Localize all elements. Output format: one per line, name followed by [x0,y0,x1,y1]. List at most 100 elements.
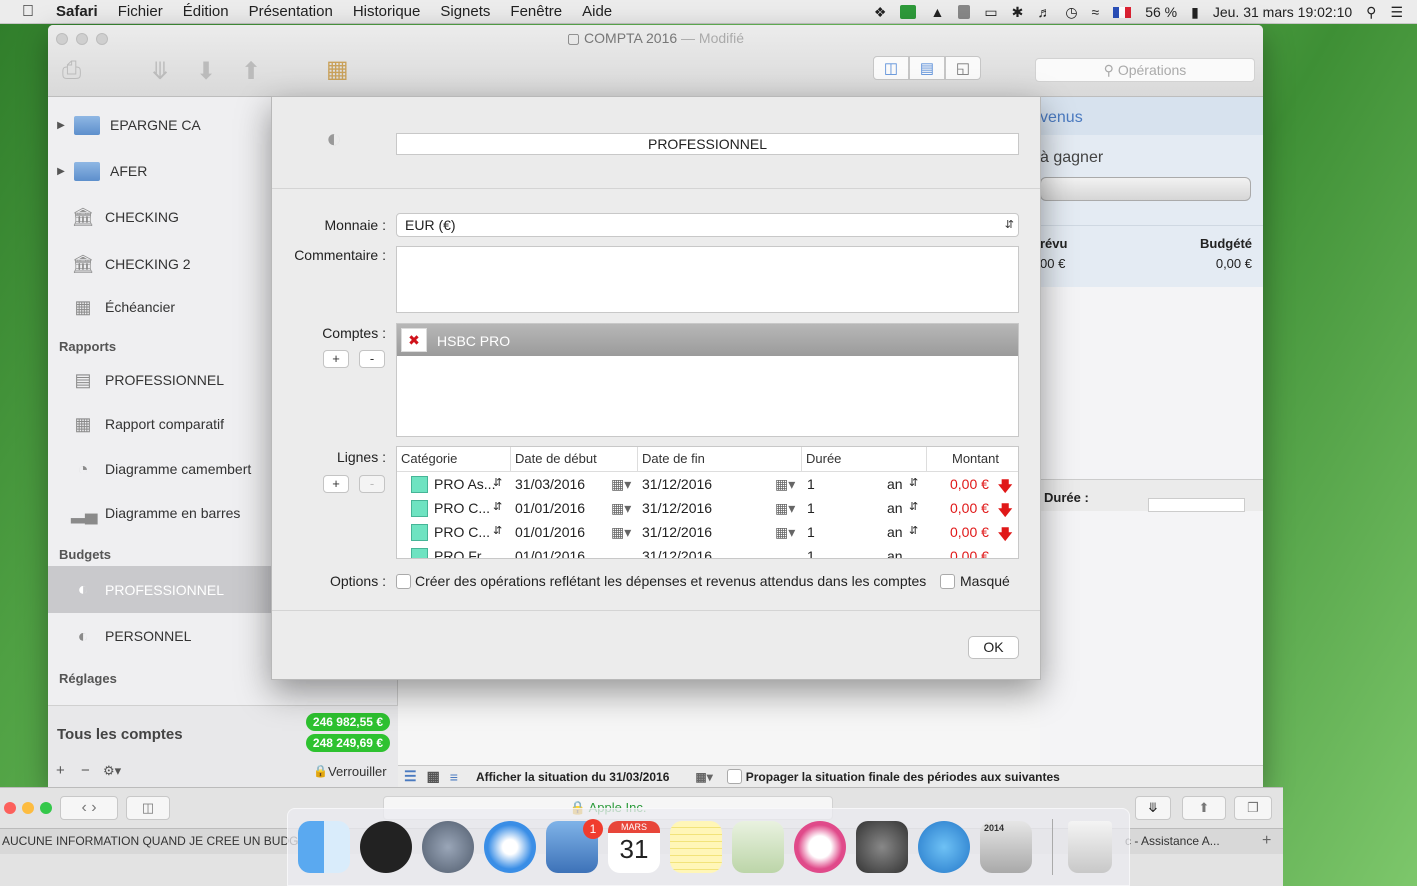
volume-icon[interactable]: ♬ [1037,4,1051,20]
tab-1[interactable]: AUCUNE INFORMATION QUAND JE CREE UN BUDG [2,834,298,848]
airplay-icon[interactable]: ▭ [984,4,997,21]
remove-account-button[interactable]: - [359,350,385,368]
stepper-icon[interactable]: ⇵ [909,500,918,513]
menu-aide[interactable]: Aide [582,3,612,20]
apple-menu-icon[interactable]:  [22,3,34,21]
arrow-up-icon[interactable]: ⬆ [241,57,261,86]
amount-cell[interactable]: 0,00 € [950,500,989,516]
notification-center-icon[interactable]: ☰ [1390,4,1403,21]
lock-button[interactable]: Verrouiller [328,764,387,779]
duration-unit-cell[interactable]: an [887,524,903,540]
menu-app-name[interactable]: Safari [56,3,98,20]
column-header-montant[interactable]: Montant [927,447,1018,471]
list-view-icon[interactable]: ☰ [404,768,417,785]
add-account-button[interactable]: + [323,350,349,368]
duration-cell[interactable]: 1 [807,476,815,492]
safari-icon[interactable] [484,821,536,873]
hidden-label[interactable]: Masqué [960,573,1010,589]
installer-icon[interactable]: 2014 [980,821,1032,873]
stepper-icon[interactable]: ⇵ [493,476,502,489]
date-picker-icon[interactable]: ▦▾ [695,770,712,784]
status-icon[interactable] [958,5,971,19]
calendar-picker-icon[interactable]: ▦▾ [775,524,795,541]
column-header-date-fin[interactable]: Date de fin [638,447,802,471]
category-cell[interactable]: PRO Fr... [434,548,492,558]
propagate-checkbox[interactable] [726,769,742,784]
notes-icon[interactable] [670,821,722,873]
duration-cell[interactable]: 1 [807,524,815,540]
bluetooth-icon[interactable]: ✱ [1012,4,1024,21]
hidden-checkbox[interactable] [940,574,955,589]
column-header-duree[interactable]: Durée [802,447,927,471]
bank-app-icon[interactable] [918,821,970,873]
pane-tab-label[interactable]: venus [1040,109,1083,127]
system-preferences-icon[interactable] [856,821,908,873]
start-date-cell[interactable]: 31/03/2016 [515,476,585,492]
downloads-icon[interactable]: ⤋ [1135,796,1171,820]
dashboard-icon[interactable] [360,821,412,873]
amount-cell[interactable]: 0,00 € [950,548,989,558]
wifi-icon[interactable]: ≈ [1092,4,1100,20]
stepper-icon[interactable]: ⇵ [493,524,502,537]
calendar-icon[interactable]: MARS 31 [608,821,660,873]
table-row[interactable]: PRO As... ⇵ 31/03/2016 ▦▾ 31/12/2016 ▦▾ … [397,473,1018,497]
menu-fenetre[interactable]: Fenêtre [510,3,562,20]
start-date-cell[interactable]: 01/01/2016 [515,500,585,516]
lines-view-icon[interactable]: ≡ [450,769,458,785]
trash-icon[interactable] [1068,821,1112,873]
column-header-categorie[interactable]: Catégorie [397,447,511,471]
amount-cell[interactable]: 0,00 € [950,524,989,540]
currency-select[interactable]: EUR (€) ⇵ [396,213,1019,237]
column-header-date-debut[interactable]: Date de début [511,447,638,471]
safari-minimize-button[interactable] [22,802,34,814]
image-view-icon[interactable]: ▦ [427,768,440,785]
category-cell[interactable]: PRO C... [434,524,490,540]
stepper-icon[interactable]: ⇵ [493,500,502,513]
back-forward-buttons[interactable]: ‹ › [60,796,118,820]
duration-unit-cell[interactable]: an [887,548,903,558]
flag-icon[interactable] [1113,6,1132,18]
calendar-picker-icon[interactable]: ▦▾ [775,500,795,517]
table-row[interactable]: PRO C... ⇵ 01/01/2016 ▦▾ 31/12/2016 ▦▾ 1… [397,497,1018,521]
menu-signets[interactable]: Signets [440,3,490,20]
stepper-icon[interactable]: ⇵ [909,524,918,537]
new-tab-icon[interactable]: + [1262,832,1271,850]
ok-button[interactable]: OK [968,636,1019,659]
triangle-icon[interactable]: ▲ [930,4,944,20]
start-date-cell[interactable]: 01/01/2016 [515,548,585,558]
table-row[interactable]: PRO C... ⇵ 01/01/2016 ▦▾ 31/12/2016 ▦▾ 1… [397,521,1018,545]
modified-label[interactable]: — Modifié [681,30,744,46]
calendar-picker-icon[interactable]: ▦▾ [611,500,631,517]
duration-unit-cell[interactable]: an [887,476,903,492]
calendar-picker-icon[interactable]: ▦▾ [611,524,631,541]
add-line-button[interactable]: + [323,475,349,493]
view-bottom-button[interactable]: ▤ [909,56,945,80]
duration-cell[interactable]: 1 [807,500,815,516]
table-row[interactable]: PRO Fr... 01/01/2016 31/12/2016 1 an 0,0… [397,545,1018,558]
create-operations-label[interactable]: Créer des opérations reflétant les dépen… [415,573,926,589]
sidebar-toggle-icon[interactable]: ◫ [126,796,170,820]
itunes-icon[interactable] [794,821,846,873]
spotlight-icon[interactable]: ⚲ [1366,4,1376,21]
account-row-hsbc[interactable]: ✖ HSBC PRO [397,324,1018,356]
comment-textarea[interactable] [396,246,1019,313]
calendar-picker-icon[interactable]: ▦▾ [611,476,631,493]
disclosure-triangle-icon[interactable]: ▶ [48,166,74,177]
arrow-down-icon[interactable]: ⬇ [196,57,216,86]
app-status-icon[interactable] [900,5,917,19]
tab-2[interactable]: c - Assistance A... [1125,834,1220,848]
menu-presentation[interactable]: Présentation [249,3,333,20]
safari-close-button[interactable] [4,802,16,814]
tabs-overview-icon[interactable]: ❐ [1234,796,1272,820]
battery-icon[interactable]: ▮ [1191,4,1199,21]
disclosure-triangle-icon[interactable]: ▶ [48,120,74,131]
end-date-cell[interactable]: 31/12/2016 [642,500,712,516]
download-icon[interactable]: ⤋ [150,57,170,86]
maps-icon[interactable] [732,821,784,873]
end-date-cell[interactable]: 31/12/2016 [642,476,712,492]
clock[interactable]: Jeu. 31 mars 19:02:10 [1213,4,1352,20]
duration-cell[interactable]: 1 [807,548,815,558]
finder-icon[interactable] [298,821,350,873]
safari-zoom-button[interactable] [40,802,52,814]
view-left-button[interactable]: ◫ [873,56,909,80]
